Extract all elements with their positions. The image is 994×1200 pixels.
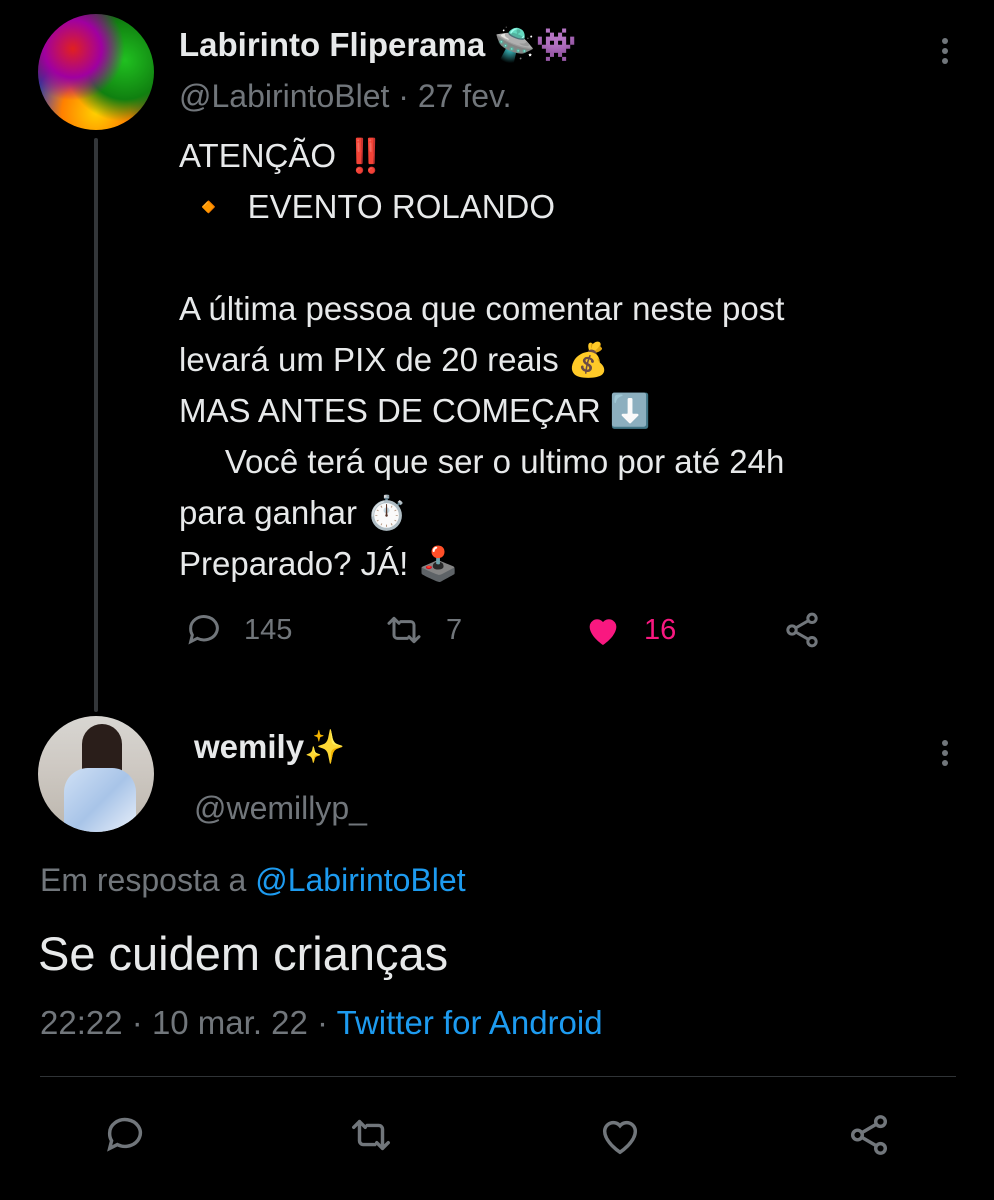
more-options-icon[interactable] <box>930 34 960 74</box>
author-handle[interactable]: @LabirintoBlet <box>179 78 389 114</box>
author-handle-line: @LabirintoBlet · 27 fev. <box>179 78 512 115</box>
separator: · <box>398 78 409 114</box>
share-action[interactable] <box>782 610 842 650</box>
retweet-count: 7 <box>446 613 463 646</box>
reply-action[interactable]: 145 <box>184 610 292 650</box>
reply-text: Se cuidem crianças <box>38 927 449 980</box>
like-icon <box>602 1120 638 1155</box>
divider <box>40 1076 956 1077</box>
like-action[interactable]: 16 <box>582 610 676 650</box>
reply-time[interactable]: 22:22 <box>40 1004 123 1041</box>
share-icon <box>786 612 818 648</box>
retweet-icon <box>352 1119 390 1151</box>
reply-button[interactable] <box>102 1112 168 1158</box>
tweet-line: ATENÇÃO ‼️ <box>179 137 387 174</box>
retweet-button[interactable] <box>346 1112 416 1158</box>
thread-connector-line <box>94 138 98 712</box>
retweet-icon <box>387 616 421 644</box>
reply-meta: 22:22 · 10 mar. 22 · Twitter for Android <box>40 1004 603 1042</box>
reply-author-name[interactable]: wemily✨ <box>194 728 345 767</box>
replying-prefix: Em resposta a <box>40 862 256 898</box>
replying-to-link[interactable]: @LabirintoBlet <box>255 862 465 898</box>
separator: · <box>317 1004 329 1041</box>
author-name[interactable]: Labirinto Fliperama 🛸👾 <box>179 26 577 65</box>
tweet-line: MAS ANTES DE COMEÇAR ⬇️ <box>179 392 651 429</box>
tweet-date[interactable]: 27 fev. <box>418 78 512 114</box>
tweet-line <box>179 232 959 283</box>
tweet-source-link[interactable]: Twitter for Android <box>337 1004 603 1041</box>
like-button[interactable] <box>596 1112 664 1158</box>
avatar-figure-body <box>64 768 136 832</box>
more-options-icon[interactable] <box>930 736 960 776</box>
separator: · <box>131 1004 143 1041</box>
tweet-body: ATENÇÃO ‼️ 🔸 EVENTO ROLANDO A última pes… <box>179 130 959 589</box>
reply-icon <box>188 615 219 645</box>
avatar-wemily[interactable] <box>38 716 154 832</box>
replying-to-line: Em resposta a @LabirintoBlet <box>40 862 466 899</box>
like-count: 16 <box>644 613 677 646</box>
reply-icon <box>107 1117 143 1152</box>
reply-author-handle[interactable]: @wemillyp_ <box>194 790 367 827</box>
tweet-line: 🔸 EVENTO ROLANDO <box>179 188 556 225</box>
tweet-line: para ganhar ⏱️ <box>179 494 408 531</box>
share-button[interactable] <box>846 1112 912 1158</box>
tweet-line: Preparado? JÁ! 🕹️ <box>179 545 459 582</box>
retweet-action[interactable]: 7 <box>382 610 462 650</box>
reply-date[interactable]: 10 mar. 22 <box>152 1004 308 1041</box>
tweet-line: levará um PIX de 20 reais 💰 <box>179 341 609 378</box>
author-name-emojis: 🛸👾 <box>494 26 577 63</box>
reply-count: 145 <box>244 613 293 646</box>
avatar-labirinto[interactable] <box>38 14 154 130</box>
tweet-line: Você terá que ser o ultimo por até 24h <box>179 443 785 480</box>
share-icon <box>850 1115 888 1155</box>
like-icon <box>589 619 617 645</box>
author-display-name[interactable]: Labirinto Fliperama <box>179 26 485 63</box>
tweet-line: A última pessoa que comentar neste post <box>179 290 785 327</box>
